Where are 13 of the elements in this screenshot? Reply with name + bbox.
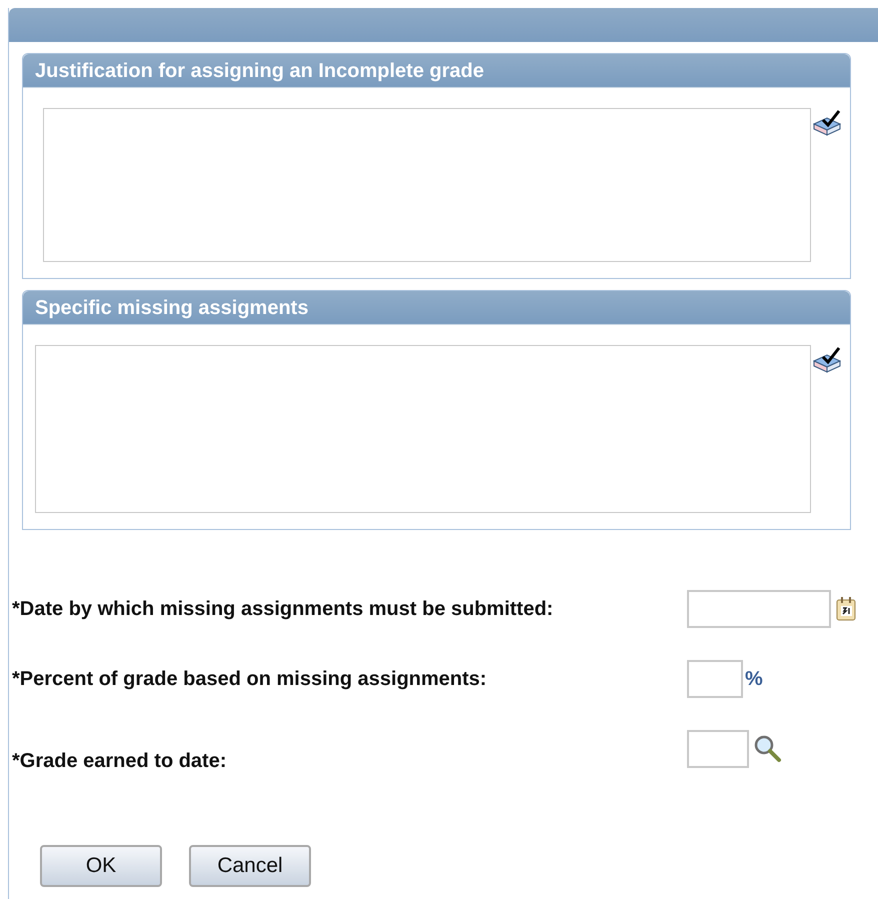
- field-label: *Date by which missing assignments must be submitted:: [12, 597, 554, 622]
- percent-suffix: %: [745, 667, 763, 692]
- section-title: Specific missing assigments: [35, 296, 308, 320]
- calendar-icon[interactable]: [835, 596, 857, 622]
- field-label: *Grade earned to date:: [12, 749, 228, 774]
- search-icon[interactable]: [753, 734, 783, 764]
- input-field[interactable]: [687, 660, 743, 698]
- input-field[interactable]: [687, 590, 831, 628]
- section-title: Justification for assigning an Incomplete grade: [35, 58, 484, 84]
- cancel-button[interactable]: Cancel: [189, 845, 311, 887]
- field-label: *Percent of grade based on missing assignments:: [12, 667, 488, 692]
- ok-button[interactable]: OK: [40, 845, 162, 887]
- input-field[interactable]: [687, 730, 749, 768]
